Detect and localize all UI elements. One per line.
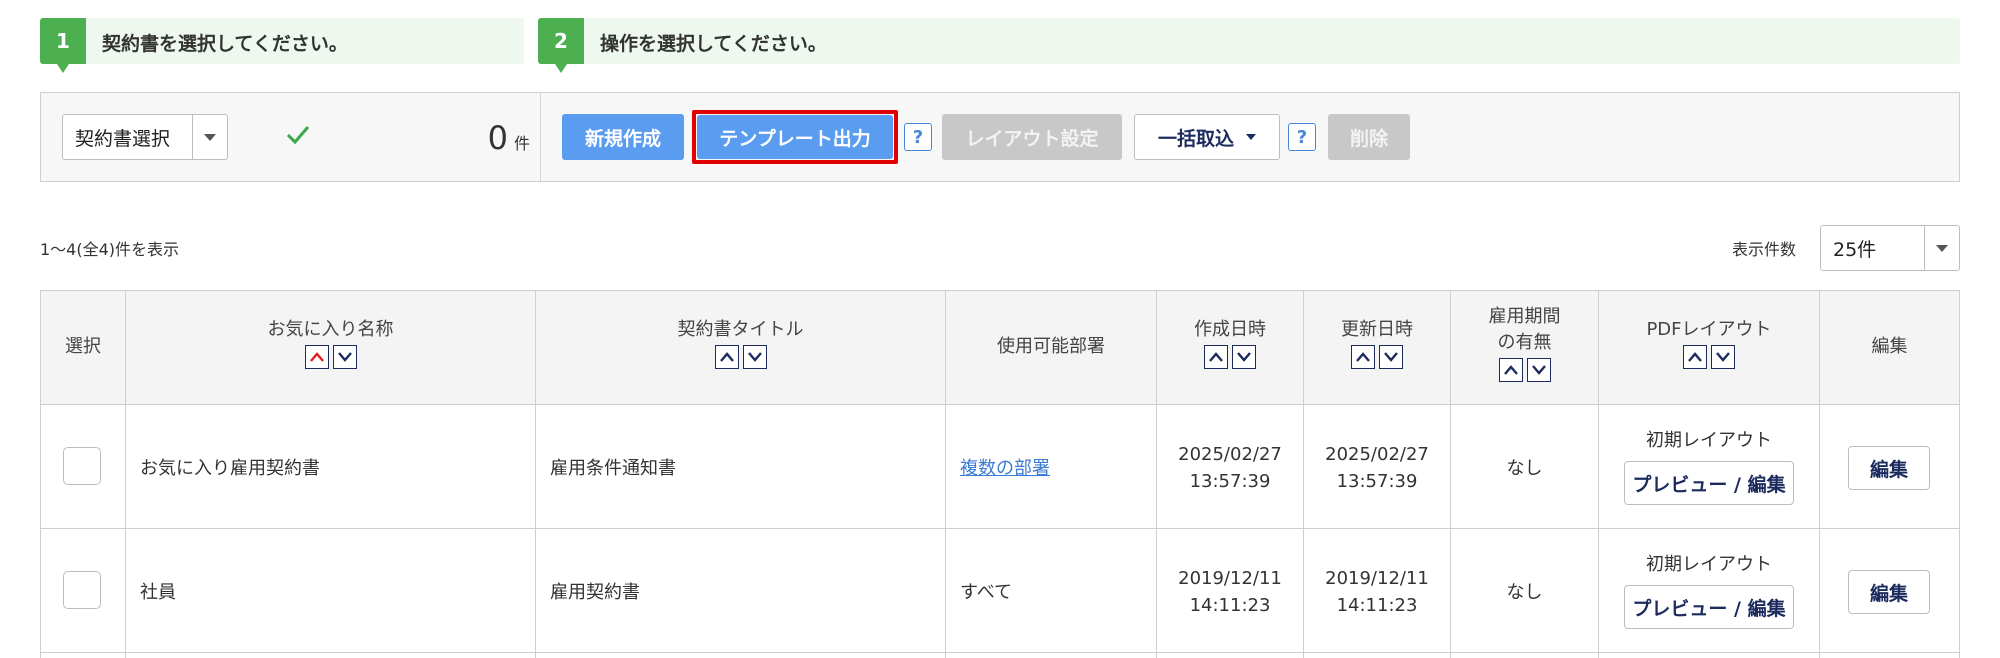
caret-down-icon — [1246, 134, 1256, 140]
row-updated: 2025/02/27 13:57:39 — [1304, 441, 1450, 495]
header-select: 選択 — [65, 336, 101, 357]
row-updated-time: 14:11:23 — [1336, 595, 1418, 616]
row-created-date: 2025/02/27 — [1178, 444, 1282, 465]
result-range-text: 1～4(全4)件を表示 — [40, 240, 180, 259]
sort-controls — [1351, 345, 1403, 369]
header-created: 作成日時 — [1157, 317, 1303, 370]
sort-asc-icon[interactable] — [1498, 358, 1523, 382]
contract-select-dropdown[interactable]: 契約書選択 — [62, 114, 228, 160]
per-page-select[interactable]: 25件 — [1820, 225, 1960, 271]
edit-button[interactable]: 編集 — [1848, 446, 1930, 490]
row-period: なし — [1506, 458, 1543, 479]
row-period: なし — [1506, 582, 1543, 603]
row-updated-date: 2025/02/27 — [1325, 444, 1429, 465]
sort-asc-icon[interactable] — [304, 345, 329, 369]
selected-count-value: 0 — [487, 119, 508, 157]
row-created-time: 13:57:39 — [1189, 471, 1271, 492]
step-2-text: 操作を選択してください。 — [600, 33, 827, 55]
sort-controls — [1498, 358, 1551, 382]
row-layout-name: 初期レイアウト — [1646, 430, 1772, 451]
header-employment-period: 雇用期間 の有無 — [1451, 304, 1598, 383]
row-border — [40, 652, 1960, 653]
layout-settings-button[interactable]: レイアウト設定 — [942, 114, 1122, 160]
row-created-time: 14:11:23 — [1189, 595, 1271, 616]
per-page-value: 25件 — [1833, 238, 1877, 261]
header-border — [40, 404, 1960, 405]
row-departments: すべて — [960, 582, 1013, 603]
row-updated-date: 2019/12/11 — [1325, 568, 1429, 589]
header-title-label: 契約書タイトル — [677, 319, 804, 340]
header-period-line-2: の有無 — [1497, 332, 1552, 353]
step-1-number: 1 — [40, 18, 86, 73]
row-favorite-name: お気に入り雇用契約書 — [140, 458, 320, 479]
sort-desc-icon[interactable] — [1232, 345, 1256, 369]
header-departments: 使用可能部署 — [997, 336, 1105, 357]
selected-count: 0 件 — [440, 114, 530, 160]
step-1-text: 契約書を選択してください。 — [102, 33, 348, 55]
header-favorite-name: お気に入り名称 — [126, 317, 535, 370]
row-title: 雇用契約書 — [550, 582, 640, 603]
row-favorite-name: 社員 — [140, 582, 176, 603]
sort-asc-icon[interactable] — [1351, 345, 1375, 369]
sort-desc-icon[interactable] — [1379, 345, 1403, 369]
sort-asc-icon[interactable] — [714, 345, 739, 369]
sort-controls — [1204, 345, 1256, 369]
row-checkbox[interactable] — [63, 447, 101, 485]
selected-count-unit: 件 — [513, 134, 530, 153]
row-updated-time: 13:57:39 — [1336, 471, 1418, 492]
sort-controls — [1683, 345, 1735, 369]
per-page-label: 表示件数 — [1732, 240, 1797, 259]
sort-asc-icon[interactable] — [1204, 345, 1228, 369]
row-created: 2019/12/11 14:11:23 — [1157, 565, 1303, 619]
contract-select-label: 契約書選択 — [75, 127, 171, 150]
sort-desc-icon[interactable] — [742, 345, 767, 369]
header-pdf-layout-label: PDFレイアウト — [1646, 319, 1772, 340]
panel-divider — [540, 93, 541, 181]
sort-controls — [304, 345, 357, 369]
header-updated-label: 更新日時 — [1341, 319, 1413, 340]
sort-asc-icon[interactable] — [1683, 345, 1707, 369]
delete-button[interactable]: 削除 — [1328, 114, 1410, 160]
header-updated: 更新日時 — [1304, 317, 1450, 370]
sort-controls — [714, 345, 767, 369]
template-help-icon[interactable]: ? — [904, 123, 932, 151]
row-title: 雇用条件通知書 — [550, 458, 676, 479]
row-border — [40, 528, 1960, 529]
sort-desc-icon[interactable] — [1711, 345, 1735, 369]
step-2-bar: 2 操作を選択してください。 — [538, 18, 1960, 73]
bulk-import-help-icon[interactable]: ? — [1288, 123, 1316, 151]
header-pdf-layout: PDFレイアウト — [1599, 317, 1819, 370]
header-edit: 編集 — [1871, 336, 1908, 357]
row-created: 2025/02/27 13:57:39 — [1157, 441, 1303, 495]
step-1-bar: 1 契約書を選択してください。 — [40, 18, 524, 73]
sort-desc-icon[interactable] — [1526, 358, 1551, 382]
row-layout-name: 初期レイアウト — [1646, 554, 1772, 575]
chevron-down-icon — [192, 115, 227, 159]
sort-desc-icon[interactable] — [332, 345, 357, 369]
preview-edit-button[interactable]: プレビュー / 編集 — [1624, 585, 1794, 629]
header-favorite-name-label: お気に入り名称 — [267, 319, 394, 340]
bulk-import-dropdown[interactable]: 一括取込 — [1134, 114, 1280, 160]
row-departments-link[interactable]: 複数の部署 — [960, 454, 1050, 480]
header-period-line-1: 雇用期間 — [1488, 306, 1561, 327]
step-2-number: 2 — [538, 18, 584, 73]
check-icon — [284, 120, 312, 148]
row-checkbox[interactable] — [63, 571, 101, 609]
preview-edit-button[interactable]: プレビュー / 編集 — [1624, 461, 1794, 505]
new-create-button[interactable]: 新規作成 — [562, 114, 684, 160]
header-title: 契約書タイトル — [536, 317, 945, 370]
chevron-down-icon — [1924, 226, 1959, 270]
row-created-date: 2019/12/11 — [1178, 568, 1282, 589]
edit-button[interactable]: 編集 — [1848, 570, 1930, 614]
template-export-button[interactable]: テンプレート出力 — [697, 115, 893, 159]
row-updated: 2019/12/11 14:11:23 — [1304, 565, 1450, 619]
header-created-label: 作成日時 — [1194, 319, 1266, 340]
bulk-import-label: 一括取込 — [1157, 127, 1234, 150]
